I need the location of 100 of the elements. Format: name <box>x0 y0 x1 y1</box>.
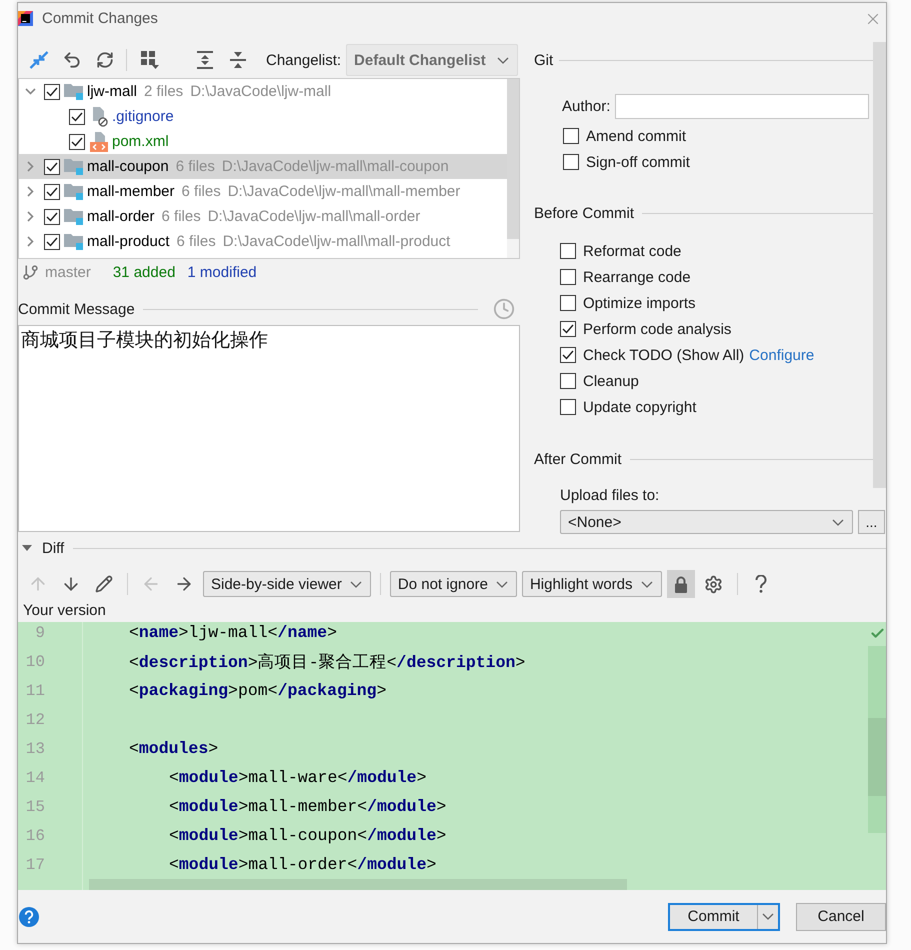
checkbox[interactable] <box>44 208 60 224</box>
checkbox[interactable] <box>560 321 576 337</box>
folder-path: D:\JavaCode\ljw-mall <box>190 83 332 100</box>
option-label: Check TODO (Show All) <box>583 346 744 364</box>
upload-dropdown[interactable]: <None> <box>560 510 853 534</box>
branch-name: master <box>45 264 91 280</box>
folder-icon <box>64 208 84 225</box>
checkbox[interactable] <box>44 184 60 200</box>
checkbox[interactable] <box>560 373 576 389</box>
chevron-right-icon[interactable] <box>26 186 34 197</box>
lock-toggle[interactable] <box>666 570 694 598</box>
folder-path: D:\JavaCode\ljw-mall\mall-product <box>222 233 450 250</box>
option-label: Reformat code <box>583 242 682 260</box>
app-logo-icon <box>18 11 33 26</box>
browse-button[interactable]: ... <box>858 510 885 534</box>
chevron-right-icon[interactable] <box>26 211 34 222</box>
collapse-all-icon[interactable] <box>228 51 246 69</box>
code-line: <packaging>pom</packaging> <box>129 681 386 700</box>
added-count: 31 added <box>112 264 176 280</box>
settings-icon[interactable] <box>704 574 723 594</box>
tree-row[interactable]: mall-product 6 files D:\JavaCode\ljw-mall\mall-product <box>19 229 507 254</box>
tree-row[interactable]: pom.xml <box>19 129 507 154</box>
section-title: Git <box>534 52 554 68</box>
checkbox[interactable] <box>44 158 60 174</box>
line-number: 15 <box>26 798 45 816</box>
author-label: Author: <box>562 98 610 114</box>
scrollbar[interactable] <box>507 79 519 258</box>
author-field[interactable] <box>615 94 869 118</box>
chevron-right-icon[interactable] <box>26 236 34 247</box>
version-label: Your version <box>23 601 106 621</box>
grid-icon[interactable] <box>140 51 158 69</box>
file-count: 6 files <box>176 158 215 175</box>
scrollbar[interactable] <box>873 42 886 488</box>
file-count: 6 files <box>162 208 201 225</box>
option-label: Rearrange code <box>583 268 691 286</box>
triangle-down-icon[interactable] <box>22 543 32 553</box>
tree-row[interactable]: ljw-mall 2 files D:\JavaCode\ljw-mall <box>19 79 507 104</box>
commit-button[interactable]: Commit <box>668 902 780 930</box>
checkbox[interactable] <box>560 399 576 415</box>
file-count: 2 files <box>144 83 184 100</box>
checkbox[interactable] <box>563 128 579 144</box>
configure-link[interactable]: Configure <box>749 346 814 364</box>
tree-row[interactable]: mall-member 6 files D:\JavaCode\ljw-mall\mall-member <box>19 179 507 204</box>
tree-row[interactable]: .gitignore <box>19 104 507 129</box>
line-number: 13 <box>26 740 45 758</box>
checkbox[interactable] <box>563 154 579 170</box>
section-title: Diff <box>42 540 64 556</box>
file-count: 6 files <box>182 183 221 200</box>
pencil-icon[interactable] <box>95 575 113 593</box>
folder-icon <box>64 83 84 100</box>
option-label: Optimize imports <box>583 294 696 312</box>
checkbox[interactable] <box>560 243 576 259</box>
checkbox[interactable] <box>69 108 85 124</box>
refresh-icon[interactable] <box>96 51 114 69</box>
help-icon[interactable] <box>754 575 766 593</box>
undo-icon[interactable] <box>62 50 82 70</box>
dropdown[interactable]: Highlight words <box>522 571 662 597</box>
dropdown[interactable]: Do not ignore <box>390 571 517 597</box>
folder-path: D:\JavaCode\ljw-mall\mall-coupon <box>222 158 449 175</box>
code-line: <name>ljw-mall</name> <box>129 623 337 642</box>
item-name: pom.xml <box>112 133 169 150</box>
checkbox[interactable] <box>560 269 576 285</box>
item-name: mall-order <box>87 208 155 225</box>
option-label: Cleanup <box>583 372 639 390</box>
tree-row[interactable]: mall-order 6 files D:\JavaCode\ljw-mall\mall-order <box>19 204 507 229</box>
checkbox[interactable] <box>44 234 60 250</box>
option-label: Perform code analysis <box>583 320 732 338</box>
line-number: 12 <box>26 710 45 728</box>
cancel-button[interactable]: Cancel <box>796 902 886 930</box>
dropdown[interactable]: Side-by-side viewer <box>203 571 371 597</box>
changelist-dropdown[interactable]: Default Changelist <box>346 44 518 76</box>
file-ban-icon <box>90 106 108 126</box>
expand-all-icon[interactable] <box>196 51 214 69</box>
item-name: mall-product <box>87 233 170 250</box>
folder-path: D:\JavaCode\ljw-mall\mall-order <box>208 208 420 225</box>
chevron-down-icon[interactable] <box>24 88 36 95</box>
checkbox[interactable] <box>44 84 60 100</box>
upload-label: Upload files to: <box>560 486 660 506</box>
checkbox[interactable] <box>560 295 576 311</box>
code-line: <modules> <box>129 739 218 758</box>
option-label: Update copyright <box>583 398 696 416</box>
commit-message-field[interactable]: 商城项目子模块的初始化操作 <box>18 325 520 532</box>
checkbox[interactable] <box>560 347 576 363</box>
help-icon[interactable] <box>19 906 39 926</box>
arrows-icon[interactable] <box>28 50 48 70</box>
option-label: Amend commit <box>586 128 686 144</box>
section-title: Commit Message <box>18 300 135 318</box>
tree-row[interactable]: mall-coupon 6 files D:\JavaCode\ljw-mall\mall-coupon <box>19 154 507 179</box>
scrollbar[interactable] <box>868 646 886 833</box>
window-title: Commit Changes <box>42 10 158 27</box>
line-number: 10 <box>26 652 45 670</box>
checkbox[interactable] <box>69 134 85 150</box>
item-name: .gitignore <box>112 108 174 125</box>
folder-icon <box>64 158 84 175</box>
chevron-down-icon <box>497 56 510 64</box>
line-number: 17 <box>26 856 45 874</box>
code-line: <description>高项目-聚合工程</description> <box>129 652 526 672</box>
line-number: 11 <box>26 682 45 700</box>
item-name: ljw-mall <box>87 83 137 100</box>
code-line: <module>mall-ware</module> <box>169 768 426 787</box>
